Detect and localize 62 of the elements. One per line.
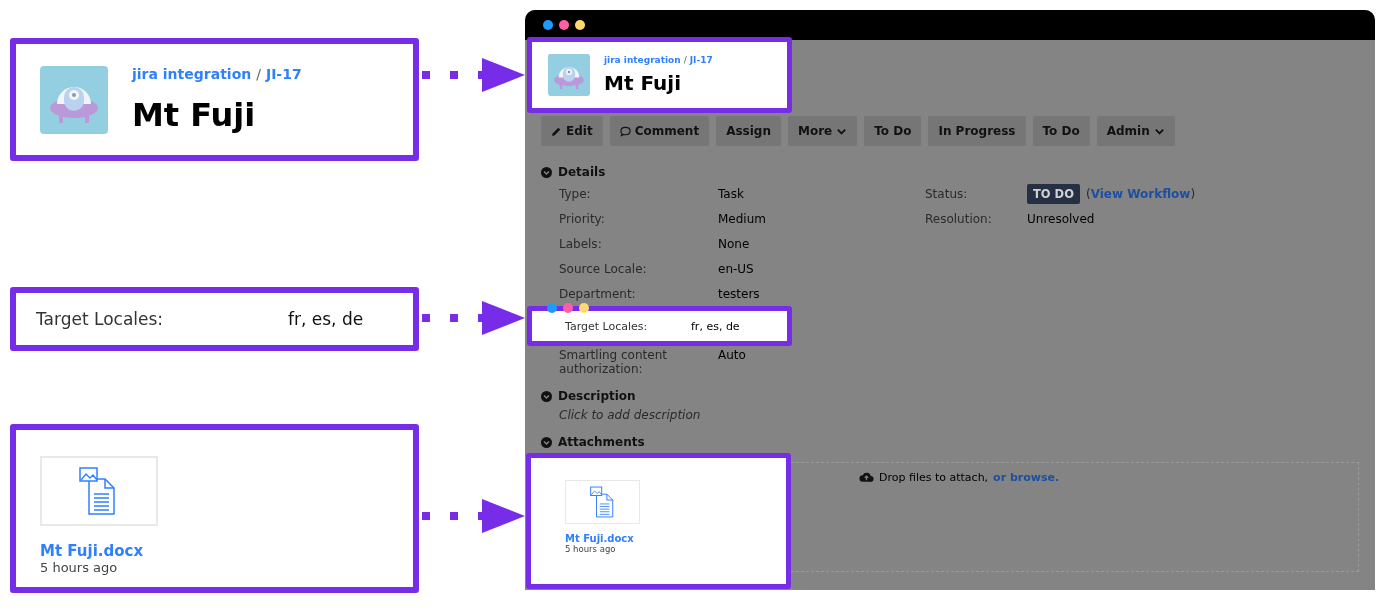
drop-instructions: Drop files to attach, [879,470,989,484]
file-time: 5 hours ago [565,544,617,554]
file-thumbnail[interactable] [565,480,640,524]
window-controls-icon [543,20,585,30]
field-label: Type: [559,186,592,201]
field-value: Unresolved [1027,211,1095,226]
field-label: Status: [925,186,969,201]
toolbar-button[interactable]: To Do [864,116,922,146]
field-label: Labels: [559,236,603,251]
project-link[interactable]: jira integration [132,65,252,82]
toolbar-button[interactable]: In Progress [928,116,1026,146]
field-value: en-US [718,261,754,276]
collapse-chevron-icon [541,390,552,402]
parenthesis: ( [1085,186,1091,201]
ufo-avatar-icon [40,65,108,134]
parenthesis: ) [1190,186,1196,201]
field-label: Source Locale: [559,261,648,276]
issue-key-link[interactable]: JI-17 [689,55,713,65]
file-time: 5 hours ago [40,560,119,575]
collapse-chevron-icon [541,436,552,448]
field-value: fr, es, de [288,309,364,329]
field-value: Auto [718,348,746,362]
field-label: Priority: [559,211,606,226]
issue-title: Mt Fuji [604,71,683,95]
field-value: testers [718,286,760,301]
description-placeholder[interactable]: Click to add description [541,408,1359,422]
toolbar-button[interactable]: More [787,116,858,146]
breadcrumb-separator: / [683,55,687,65]
field-label: Department: [559,286,637,301]
field-value: Medium [718,211,766,226]
attachments-heading[interactable]: Attachments [541,434,1359,450]
collapse-chevron-icon [541,166,552,178]
field-label: Resolution: [925,211,993,226]
toolbar-button[interactable]: To Do [1032,116,1090,146]
pencil-icon [551,125,562,137]
file-name-link[interactable]: Mt Fuji.docx [565,533,786,544]
toolbar-button[interactable]: Assign [716,116,781,146]
status-badge: TO DO [1027,183,1080,204]
cloud-upload-icon [859,471,874,483]
speech-bubble-icon [619,125,631,137]
field-label: Smartling content authorization: [559,348,668,376]
project-link[interactable]: jira integration [604,55,681,65]
view-workflow-link[interactable]: View Workflow [1090,186,1191,201]
details-heading[interactable]: Details [541,164,1359,180]
document-icon [589,486,616,518]
field-value: None [718,236,750,251]
toolbar-button[interactable]: Comment [609,116,710,146]
issue-title: Mt Fuji [132,95,257,134]
toolbar-button[interactable]: Edit [541,116,603,146]
window-controls-icon [547,303,589,313]
field-value: Task [718,186,744,201]
file-name-link[interactable]: Mt Fuji.docx [40,542,413,560]
browse-link[interactable]: or browse. [993,470,1060,484]
description-heading[interactable]: Description [541,388,1359,404]
file-thumbnail[interactable] [40,456,158,526]
field-value: fr, es, de [691,319,740,333]
field-label: Target Locales: [565,319,649,333]
field-label: Target Locales: [36,309,165,329]
toolbar-button[interactable]: Admin [1096,116,1175,146]
issue-key-link[interactable]: JI-17 [265,65,302,82]
breadcrumb-separator: / [256,65,261,82]
ufo-avatar-icon [548,54,590,96]
